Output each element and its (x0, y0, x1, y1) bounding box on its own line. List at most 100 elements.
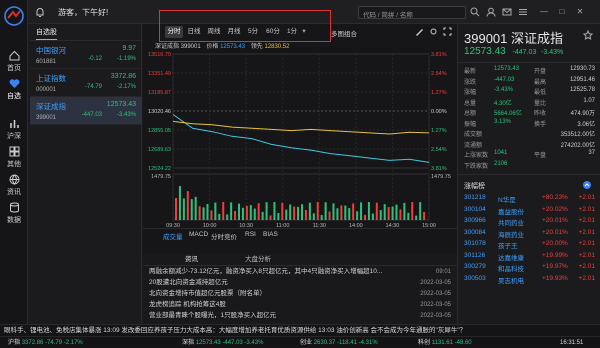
bell-icon[interactable] (34, 6, 46, 18)
rank-code: 301126 (464, 251, 486, 259)
fullscreen-icon[interactable] (443, 27, 452, 36)
stock-change: -447.03 (81, 112, 102, 118)
stat-label: 流通额 (464, 142, 483, 149)
maximize-button[interactable]: □ (556, 6, 568, 18)
index-item[interactable]: 沪指 3372.86 -74.79 -2.17% (8, 337, 83, 348)
price-tick-label: 12689.63 (148, 147, 171, 153)
series-line-0 (172, 114, 430, 163)
volume-bar (241, 207, 244, 220)
nav-other[interactable]: 其他 (0, 146, 28, 169)
stat-value: 4.30亿 (494, 100, 512, 107)
nav-favorites[interactable]: 自选 (0, 78, 28, 101)
stat-label: 涨跌 (464, 79, 477, 86)
tab-news[interactable]: 资讯 (185, 254, 198, 265)
volume-bar (226, 214, 229, 220)
volume-bar (265, 202, 268, 220)
index-item[interactable]: 深指 12573.43 -447.03 -3.43% (182, 337, 263, 348)
nav-favorites-label: 自选 (7, 93, 21, 100)
news-item[interactable]: 营业部最青睐个股曝光，1只股净买入超亿元 2022-03-05 (149, 311, 451, 322)
index-item[interactable]: 创业 2630.37 -118.41 -4.31% (300, 337, 378, 348)
stat-row: 上涨家数 1041 平盘 37 (464, 150, 595, 161)
volume-bar (324, 202, 327, 220)
mail-icon[interactable] (502, 7, 512, 17)
watchlist-item-selected[interactable]: 深证成指 399001 12573.43 -447.03 -3.43% (30, 97, 142, 125)
minimize-button[interactable]: — (538, 6, 550, 18)
index-label: 沪指 (8, 340, 21, 346)
rank-row[interactable]: 301078 孩子王 +20.00% +2.01 (458, 240, 600, 252)
volume-bar (348, 208, 351, 220)
stock-percent: -1.19% (116, 56, 136, 62)
volume-bar (293, 206, 296, 220)
stat-label: 昨收 (534, 111, 547, 117)
watchlist-item[interactable]: 中国银河 601881 9.97 -0.12 -1.19% (30, 41, 142, 69)
volume-bar (383, 204, 386, 220)
tab-macd[interactable]: MACD (189, 231, 208, 238)
clock-text: 16:31:51 (560, 340, 584, 346)
stat-row: 涨跌 -447.03 最高 12951.46 (464, 77, 595, 88)
news-item[interactable]: 龙虎榜追踪 机构抢筹这4股 2022-03-05 (149, 300, 451, 311)
search-input[interactable]: 代码 / 简拼 / 名称 (358, 6, 466, 19)
nav-news-label: 资讯 (7, 189, 21, 196)
volume-bar (249, 205, 252, 220)
rank-row[interactable]: 300084 海辰药业 +20.01% +2.01 (458, 229, 600, 241)
volume-tick-label: 1479.75 (431, 174, 451, 180)
quote-percent: -3.43% (541, 49, 564, 56)
stock-price: 3372.86 (110, 73, 136, 80)
rank-row[interactable]: 301126 达嘉维康 +19.99% +2.01 (458, 252, 600, 264)
stock-change: -0.12 (88, 56, 102, 62)
nav-hushen[interactable]: 沪深 (0, 118, 28, 141)
volume-bar (415, 215, 418, 220)
volume-bar (206, 203, 209, 220)
left-nav: 首页 自选 沪深 其他 资讯 数据 (0, 0, 28, 348)
tab-rsi[interactable]: RSI (245, 231, 256, 238)
index-item[interactable]: 科创 1131.61 -48.60 (418, 337, 472, 348)
stock-price: 12573.43 (106, 101, 136, 108)
tab-auction[interactable]: 分时竞价 (211, 231, 237, 241)
price-tick-label: 12524.22 (148, 166, 171, 172)
nav-home[interactable]: 首页 (0, 50, 28, 73)
stat-label: 开盘 (534, 69, 547, 75)
watchlist-tab[interactable]: 自选股 (36, 27, 57, 40)
percent-tick-label: 3.81% (431, 52, 447, 58)
rank-list: 301218 N华是 +80.23% +2.01 300104 嘉益股份 +20.02% +2… (458, 194, 600, 286)
tab-market-analysis[interactable]: 大盘分析 (245, 254, 271, 265)
volume-bar (238, 203, 240, 220)
draw-tool-icon[interactable] (415, 27, 424, 36)
news-item[interactable]: 20股遭北向资金减持超亿元 2022-03-05 (149, 278, 451, 289)
settings-icon[interactable] (429, 27, 438, 36)
nav-news[interactable]: 资讯 (0, 174, 28, 197)
quote-name: 深证成指 (511, 31, 564, 46)
watchlist-item[interactable]: 上证指数 000001 3372.86 -74.79 -2.17% (30, 69, 142, 97)
index-value: 3372.86 (21, 340, 44, 346)
news-title: 20股遭北向资金减持超亿元 (149, 279, 228, 286)
volume-bar (257, 203, 260, 220)
index-value: 2630.37 (313, 340, 336, 346)
tab-bias[interactable]: BIAS (263, 231, 278, 238)
menu-icon[interactable] (518, 7, 528, 17)
news-item[interactable]: 北向资金增持市值超亿元股票（附名单） 2022-03-05 (149, 289, 451, 300)
rank-row[interactable]: 300503 昊志机电 +19.93% +2.01 (458, 275, 600, 287)
add-favorite-icon[interactable] (583, 30, 593, 40)
user-icon[interactable] (486, 7, 496, 17)
tab-volume[interactable]: 成交量 (163, 231, 183, 241)
rank-row[interactable]: 300279 和晶科技 +19.97% +2.01 (458, 263, 600, 275)
rank-row[interactable]: 300966 共同药业 +20.01% +2.01 (458, 217, 600, 229)
nav-data[interactable]: 数据 (0, 202, 28, 225)
rank-row[interactable]: 300104 嘉益股份 +20.02% +2.01 (458, 206, 600, 218)
stat-row: 总量 4.30亿 量比 1.07 (464, 98, 595, 109)
multi-chart-combo[interactable]: 多图组合 (331, 28, 357, 38)
stat-value: 1.07 (583, 97, 595, 104)
news-item[interactable]: 两融余额减少-73.12亿元，融资净买入8只超亿元，其中4只融资净买入增幅超10… (149, 267, 451, 278)
search-icon[interactable] (470, 7, 480, 17)
app-window: 首页 自选 沪深 其他 资讯 数据 游客，下午好! 代码 / 简拼 / 名称 —… (0, 0, 600, 348)
intraday-chart[interactable]: 13516.70 3.81% 13351.49 2.54% 13185.87 1.27% 1… (143, 50, 457, 228)
database-icon (9, 202, 19, 213)
volume-bar (407, 212, 410, 220)
collapse-icon[interactable] (582, 180, 592, 190)
close-button[interactable]: ✕ (574, 6, 586, 18)
news-date: 2022-03-05 (420, 280, 451, 286)
rank-row[interactable]: 301218 N华是 +80.23% +2.01 (458, 194, 600, 206)
rank-value: +2.01 (578, 228, 595, 236)
quote-change: -447.03 (512, 49, 537, 56)
news-ticker[interactable]: 眼科手、锂电池、免税店集体暴涨 13:09 发改委回应养孩子压力大成本高：大幅度… (0, 324, 600, 336)
